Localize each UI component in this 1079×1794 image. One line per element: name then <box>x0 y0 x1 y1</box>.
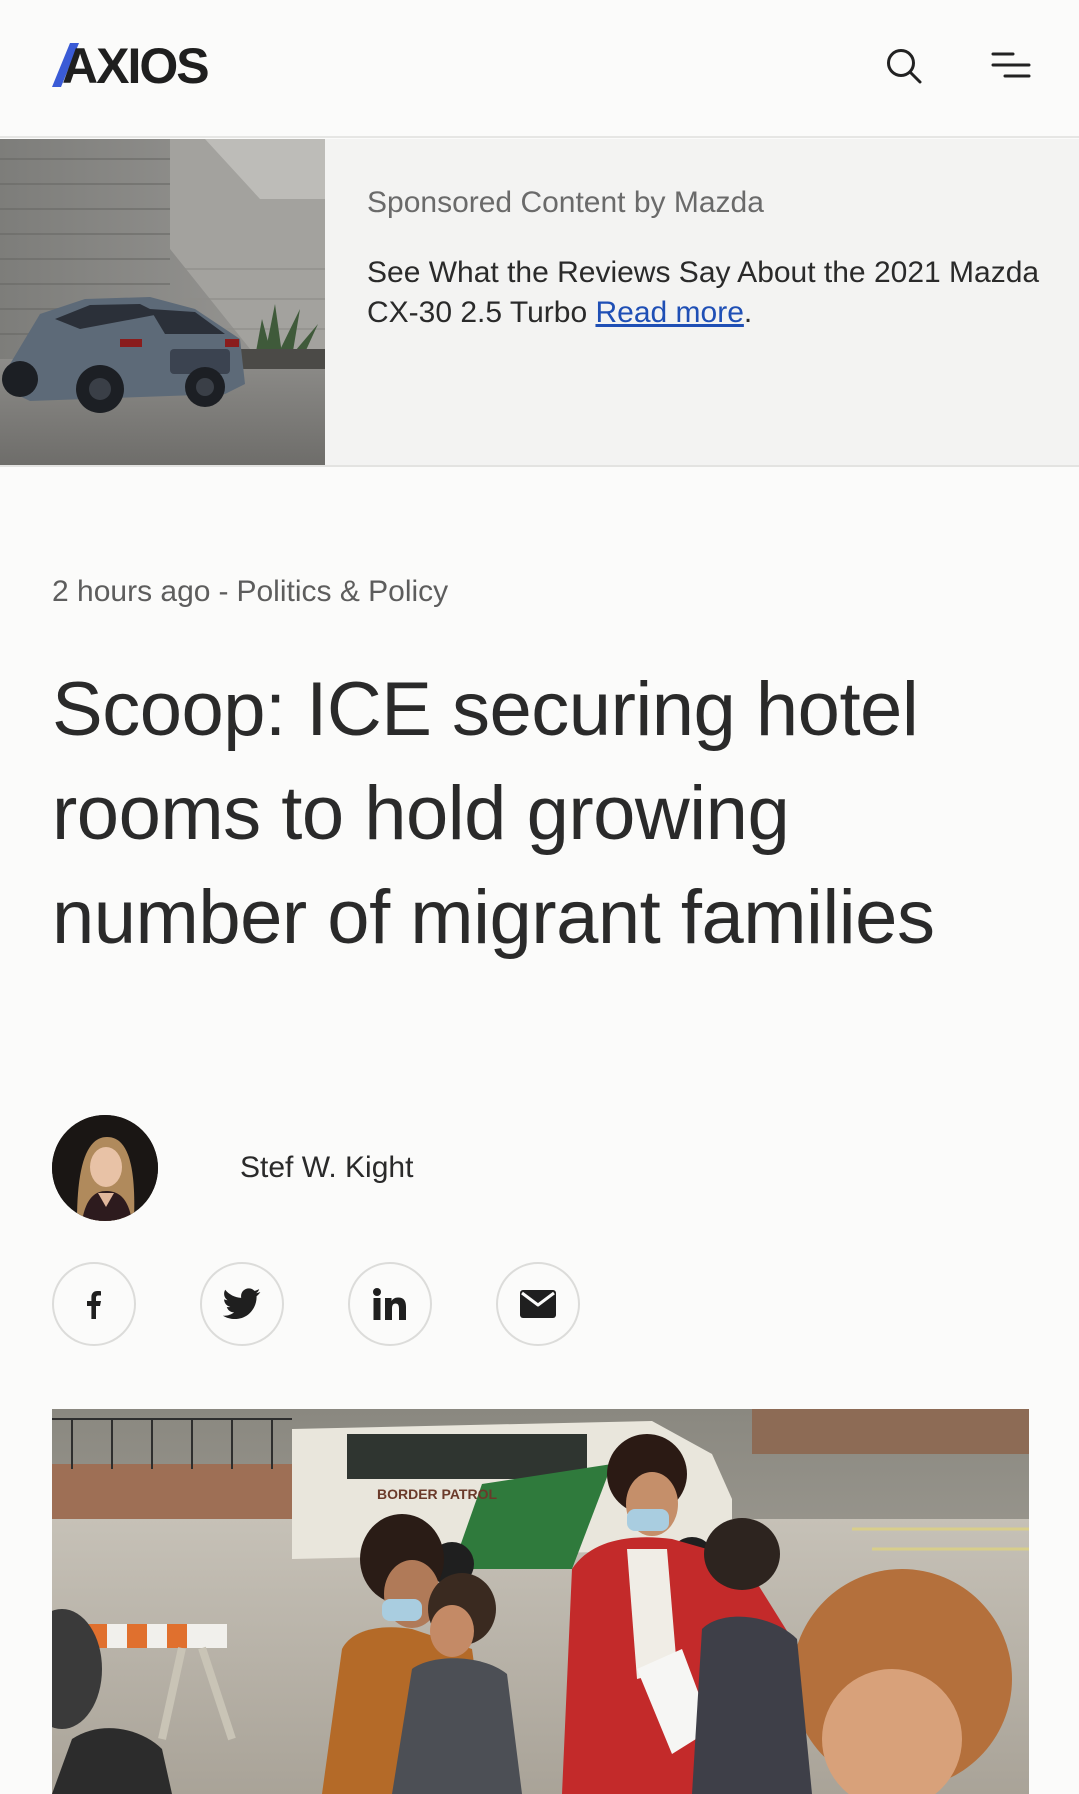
article-headline: Scoop: ICE securing hotel rooms to hold … <box>52 667 935 960</box>
mazda-car-image <box>0 139 325 465</box>
axios-logo[interactable]: AXIOS <box>52 40 222 90</box>
sponsored-image[interactable] <box>0 139 325 465</box>
author-avatar[interactable] <box>52 1115 158 1221</box>
facebook-icon <box>87 1291 101 1319</box>
share-twitter-button[interactable] <box>200 1262 284 1346</box>
sponsored-trailing: . <box>743 296 753 329</box>
share-email-button[interactable] <box>496 1262 580 1346</box>
share-facebook-button[interactable] <box>52 1262 136 1346</box>
search-button[interactable] <box>880 42 928 90</box>
page: AXIOS Sponsored Content by Mazda See Wha… <box>0 0 1079 1794</box>
article-category-link[interactable]: Politics & Policy <box>236 572 448 612</box>
read-more-link[interactable]: Read more <box>595 296 743 329</box>
sponsored-text: Sponsored Content by Mazda See What the … <box>367 183 1047 333</box>
meta-separator: - <box>218 575 229 608</box>
sponsored-label: Sponsored Content by Mazda <box>367 186 764 219</box>
linkedin-icon <box>373 1288 406 1320</box>
author-byline[interactable]: Stef W. Kight <box>52 1115 413 1221</box>
author-photo <box>52 1115 158 1221</box>
lead-image[interactable]: BORDER PATROL <box>52 1409 1029 1794</box>
article-meta: 2 hours ago - Politics & Policy <box>52 572 448 612</box>
lead-photo-border-patrol: BORDER PATROL <box>52 1409 1029 1794</box>
twitter-icon <box>223 1288 261 1320</box>
site-header: AXIOS <box>0 0 1079 138</box>
axios-logo-mark: AXIOS <box>52 41 210 89</box>
article-time: 2 hours ago <box>52 575 211 608</box>
logo-wordmark: AXIOS <box>62 41 208 89</box>
author-name[interactable]: Stef W. Kight <box>240 1151 413 1185</box>
share-bar <box>52 1262 580 1346</box>
email-icon <box>520 1290 556 1318</box>
van-text: BORDER PATROL <box>377 1486 497 1502</box>
search-icon <box>887 49 922 84</box>
share-linkedin-button[interactable] <box>348 1262 432 1346</box>
menu-button[interactable] <box>985 42 1037 90</box>
sponsored-content[interactable]: Sponsored Content by Mazda See What the … <box>0 139 1079 467</box>
sponsored-body: See What the Reviews Say About the 2021 … <box>367 253 1047 333</box>
menu-icon <box>991 52 1031 78</box>
